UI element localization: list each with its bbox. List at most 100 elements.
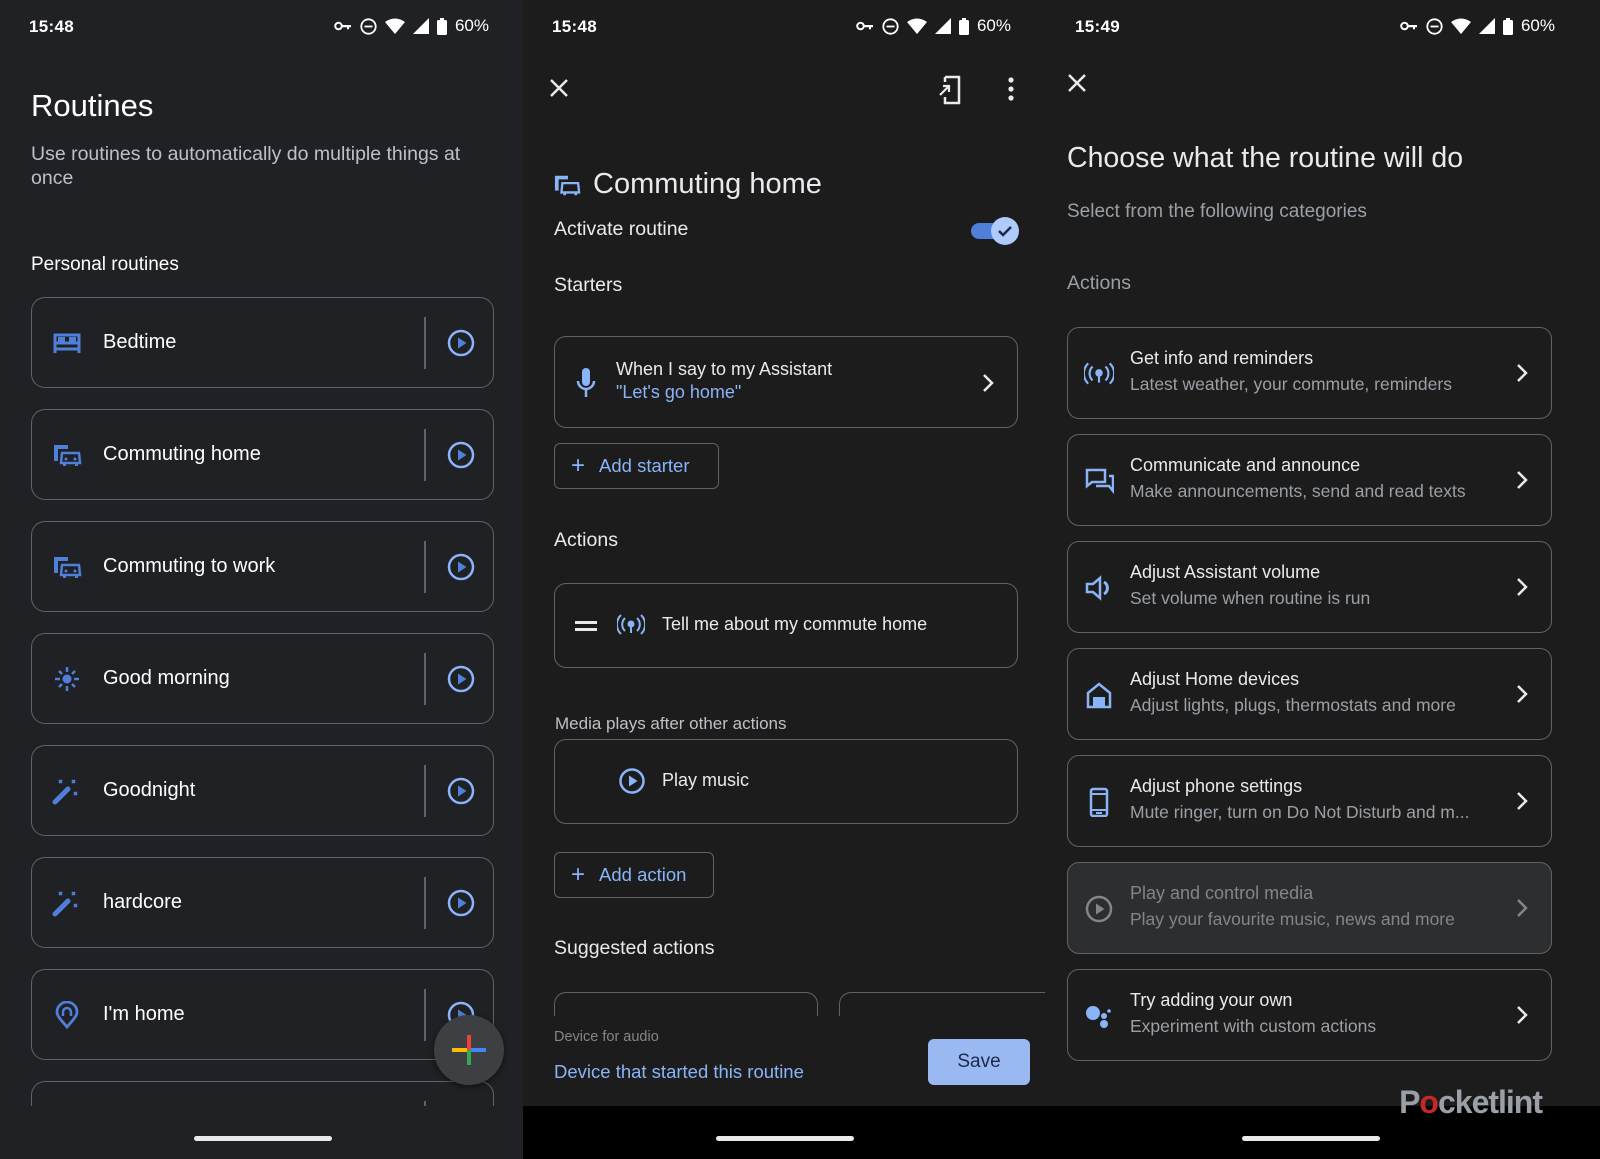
routine-title: Commuting home (593, 168, 822, 200)
commute-icon (54, 557, 82, 578)
battery-icon (1502, 17, 1513, 35)
routine-card-commuting-home[interactable]: Commuting home (31, 409, 494, 500)
media-action-label: Play music (662, 770, 750, 790)
chevron-right-icon (1517, 471, 1528, 489)
routine-card-hardcore[interactable]: hardcore (31, 857, 494, 948)
category-desc: Make announcements, send and read texts (1130, 481, 1466, 501)
phone-icon (1089, 787, 1109, 817)
close-icon[interactable] (546, 75, 572, 101)
starter-phrase: "Let's go home" (616, 382, 742, 402)
starter-title: When I say to my Assistant (616, 359, 833, 379)
status-time: 15:48 (29, 17, 74, 36)
routine-label: Good morning (103, 667, 230, 689)
home-gesture-bar[interactable] (194, 1136, 332, 1141)
close-icon[interactable] (1064, 70, 1090, 96)
home-gesture-bar[interactable] (1242, 1136, 1380, 1141)
status-icons: 60% (1400, 16, 1555, 36)
add-action-button[interactable]: + Add action (554, 852, 714, 898)
divider (424, 877, 426, 929)
more-vert-icon[interactable] (1005, 76, 1017, 102)
watermark-power-o: o (1419, 1084, 1439, 1120)
status-time: 15:49 (1075, 17, 1120, 36)
category-try-adding-your-own[interactable]: Try adding your own Experiment with cust… (1067, 969, 1552, 1061)
play-routine-icon[interactable] (446, 888, 476, 918)
bed-icon (53, 333, 81, 353)
divider (424, 765, 426, 817)
vpn-key-icon (334, 21, 351, 31)
activate-routine-toggle[interactable] (971, 217, 1019, 245)
commute-icon (554, 175, 581, 195)
battery-icon (958, 17, 969, 35)
device-for-audio-link[interactable]: Device that started this routine (554, 1061, 804, 1083)
add-starter-button[interactable]: + Add starter (554, 443, 719, 489)
category-adjust-assistant-volume[interactable]: Adjust Assistant volume Set volume when … (1067, 541, 1552, 633)
location-home-icon (55, 1001, 79, 1029)
watermark-logo: Pocketlint (1399, 1084, 1543, 1121)
toggle-thumb (991, 217, 1019, 245)
page-subtitle: Use routines to automatically do multipl… (31, 143, 461, 189)
drag-handle-icon[interactable] (575, 620, 597, 632)
play-routine-icon[interactable] (446, 552, 476, 582)
play-circle-icon (1085, 895, 1113, 923)
routine-label: Bedtime (103, 331, 177, 353)
mic-icon (576, 368, 596, 397)
add-routine-fab[interactable] (434, 1015, 504, 1085)
category-title: Get info and reminders (1130, 348, 1314, 368)
divider (424, 317, 426, 369)
category-adjust-home-devices[interactable]: Adjust Home devices Adjust lights, plugs… (1067, 648, 1552, 740)
category-desc: Mute ringer, turn on Do Not Disturb and … (1130, 802, 1470, 822)
assistant-dots-icon (1086, 1006, 1111, 1028)
activate-routine-label: Activate routine (554, 218, 689, 240)
nav-area (0, 1106, 523, 1159)
play-routine-icon[interactable] (446, 776, 476, 806)
save-button[interactable]: Save (928, 1039, 1030, 1085)
divider (424, 541, 426, 593)
routine-card-goodnight[interactable]: Goodnight (31, 745, 494, 836)
action-card[interactable]: Tell me about my commute home (554, 583, 1018, 668)
chevron-right-icon (1517, 578, 1528, 596)
nav-bar (523, 1106, 1045, 1159)
home-icon (1086, 682, 1112, 709)
category-get-info-and-reminders[interactable]: Get info and reminders Latest weather, y… (1067, 327, 1552, 419)
routine-card-commuting-to-work[interactable]: Commuting to work (31, 521, 494, 612)
category-adjust-phone-settings[interactable]: Adjust phone settings Mute ringer, turn … (1067, 755, 1552, 847)
section-heading-personal-routines: Personal routines (31, 254, 179, 275)
suggested-actions-heading: Suggested actions (554, 937, 715, 959)
bottom-bar: Device for audio Device that started thi… (523, 1016, 1045, 1106)
starter-card[interactable]: When I say to my Assistant "Let's go hom… (554, 336, 1018, 428)
chevron-right-icon (1517, 1006, 1528, 1024)
category-title: Adjust Assistant volume (1130, 562, 1321, 582)
play-circle-icon (619, 768, 645, 794)
wifi-icon (1450, 18, 1471, 34)
play-routine-icon[interactable] (446, 328, 476, 358)
page-subtitle: Select from the following categories (1067, 201, 1367, 222)
play-routine-icon[interactable] (446, 440, 476, 470)
routine-card-bedtime[interactable]: Bedtime (31, 297, 494, 388)
magic-wand-icon (52, 779, 78, 805)
routine-label: Commuting home (103, 443, 261, 465)
routine-title-row: Commuting home (553, 168, 822, 201)
vpn-key-icon (856, 21, 873, 31)
wifi-icon (384, 18, 405, 34)
battery-percent: 60% (976, 16, 1011, 35)
broadcast-icon (617, 614, 645, 635)
category-communicate-and-announce[interactable]: Communicate and announce Make announceme… (1067, 434, 1552, 526)
play-routine-icon[interactable] (446, 664, 476, 694)
routines-list-screen: 15:48 60% Routines Use routines to autom… (0, 0, 523, 1159)
category-title: Adjust phone settings (1130, 776, 1303, 796)
status-bar: 15:49 60% (1045, 14, 1600, 40)
starters-heading: Starters (554, 274, 623, 296)
device-for-audio-label: Device for audio (554, 1029, 659, 1045)
add-to-home-screen-icon[interactable] (937, 73, 963, 105)
plus-icon: + (571, 861, 586, 888)
battery-icon (436, 17, 447, 35)
chevron-right-icon (983, 374, 994, 392)
media-action-card[interactable]: Play music (554, 739, 1018, 824)
home-gesture-bar[interactable] (716, 1136, 854, 1141)
routine-label: hardcore (103, 891, 182, 913)
category-desc: Experiment with custom actions (1130, 1016, 1377, 1036)
status-bar: 15:48 60% (523, 14, 1045, 40)
category-play-and-control-media[interactable]: Play and control media Play your favouri… (1067, 862, 1552, 954)
routine-card-im-home[interactable]: I'm home (31, 969, 494, 1060)
routine-card-good-morning[interactable]: Good morning (31, 633, 494, 724)
